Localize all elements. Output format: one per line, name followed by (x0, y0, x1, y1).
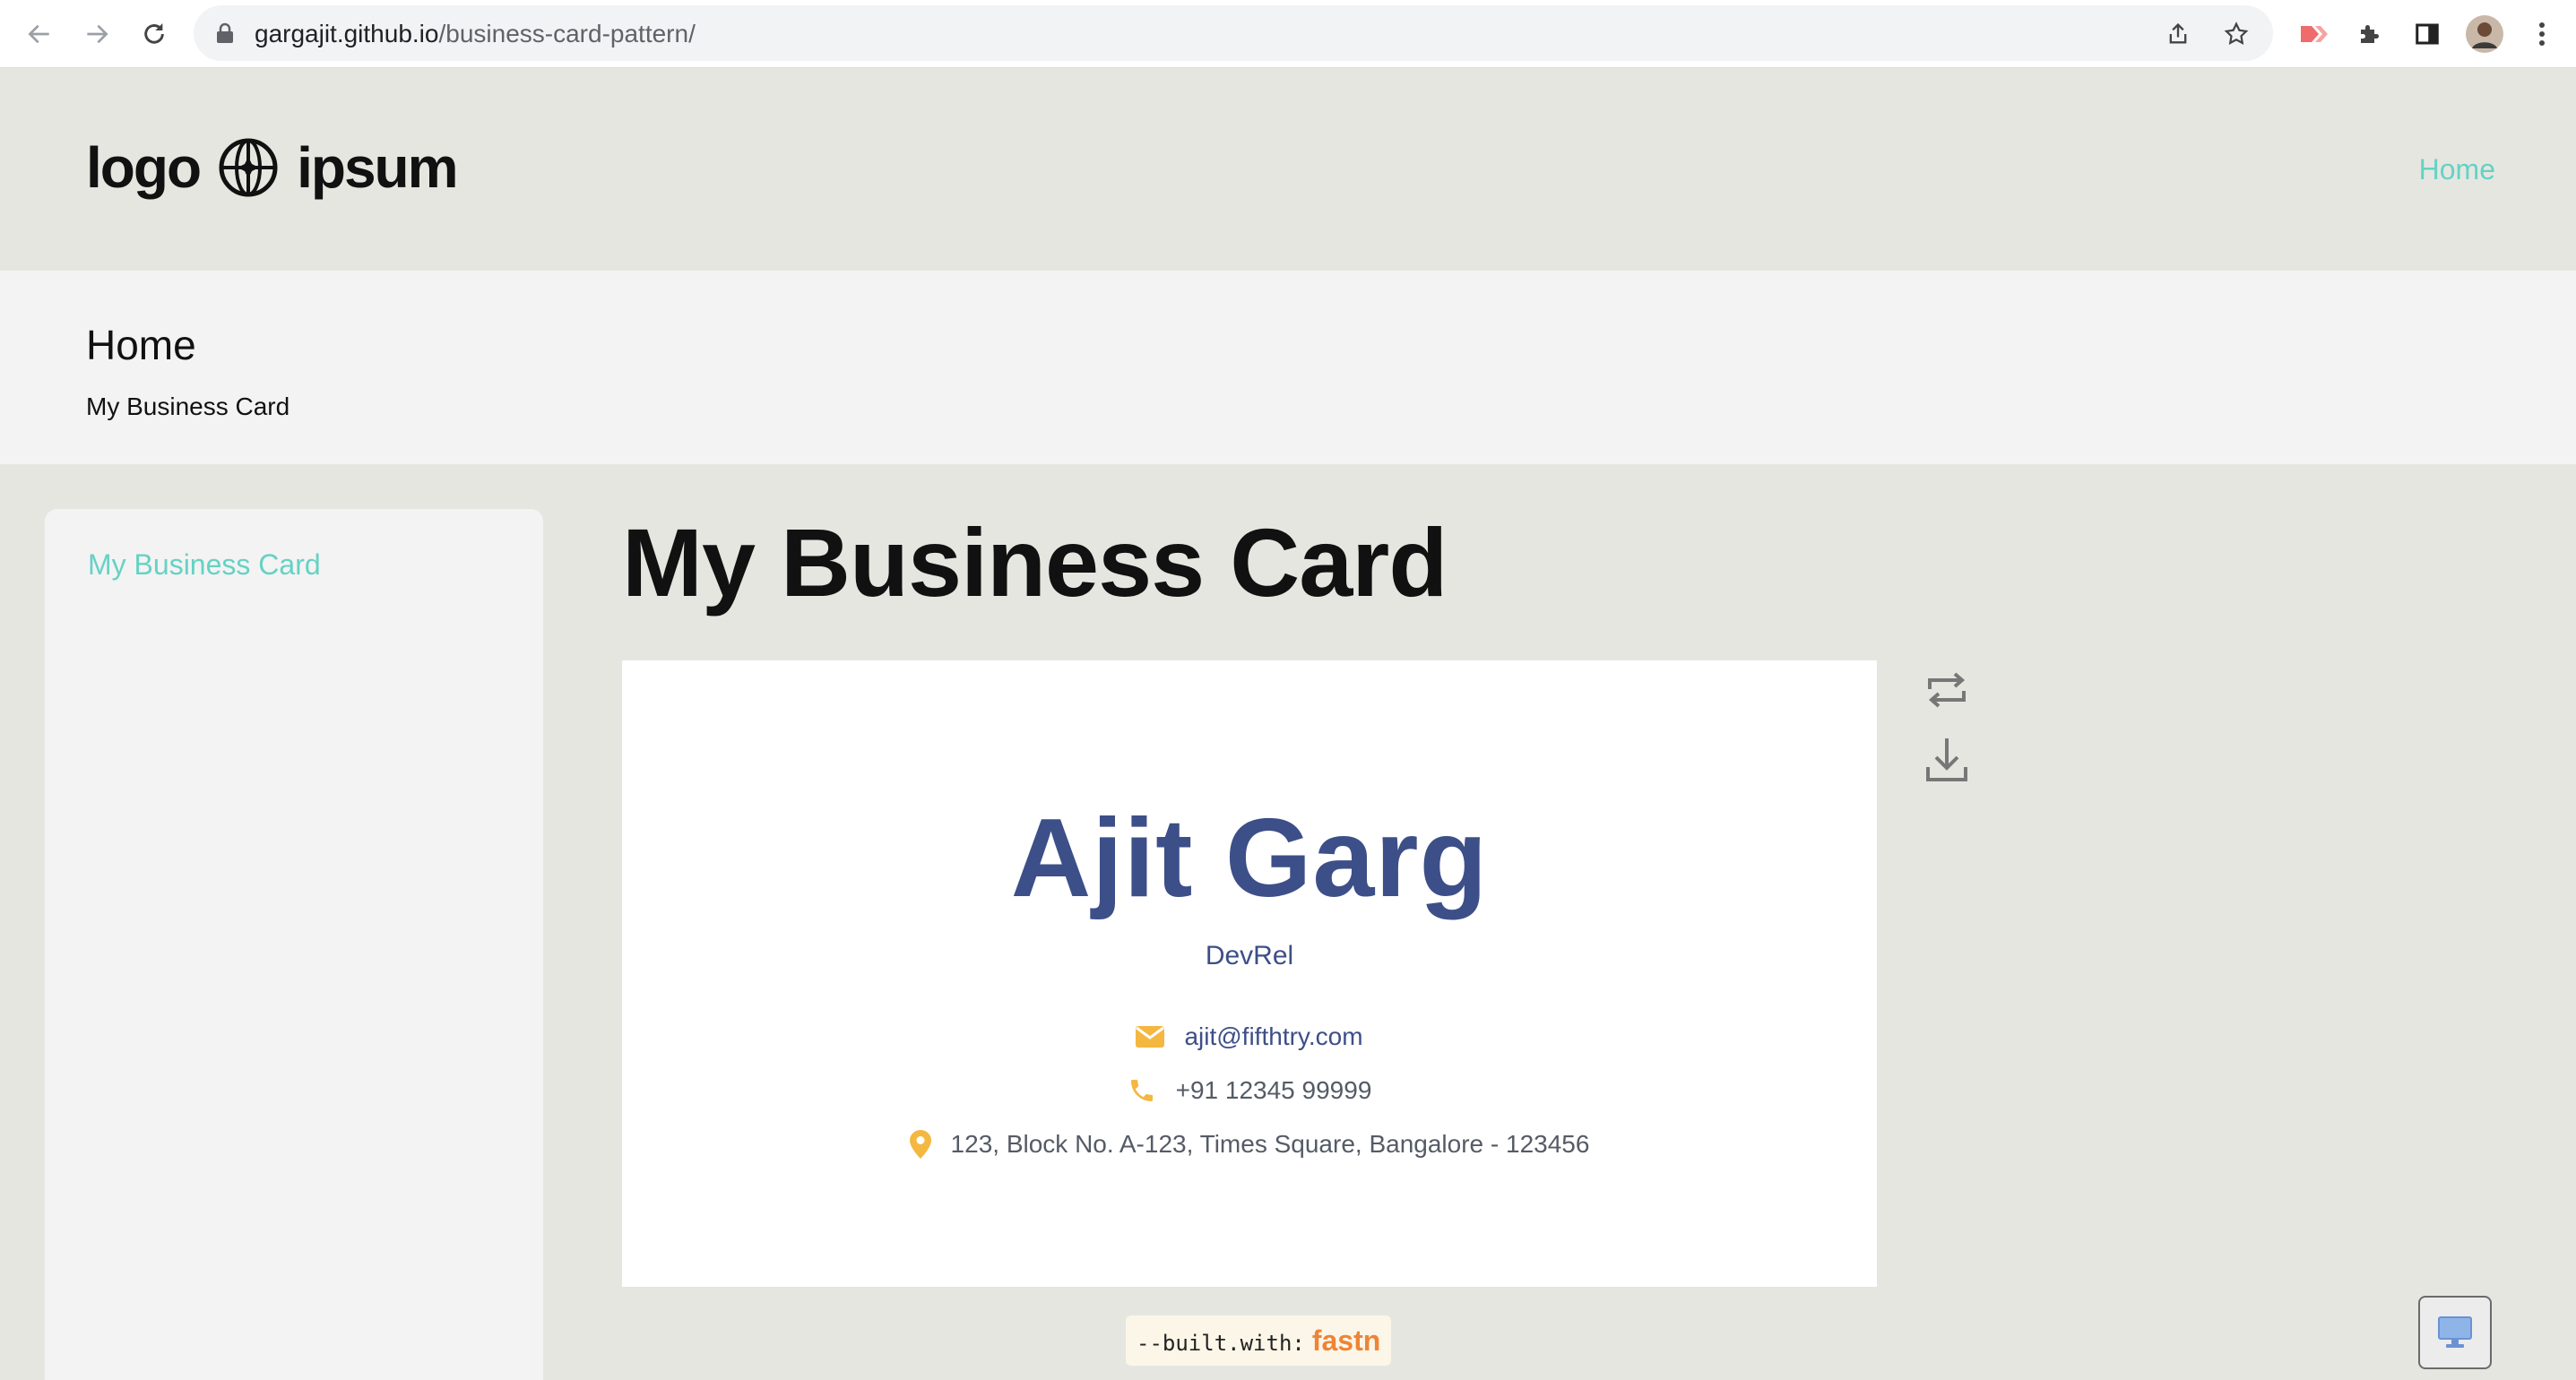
profile-button[interactable] (2463, 13, 2506, 56)
breadcrumb-title[interactable]: Home (86, 321, 196, 369)
lock-icon (217, 22, 233, 43)
bookmark-star-icon[interactable] (2223, 21, 2250, 47)
built-with-prefix: --built.with: (1137, 1331, 1305, 1356)
address-bar[interactable]: gargajit.github.io/business-card-pattern… (194, 5, 2273, 61)
card-phone: +91 12345 99999 (1175, 1076, 1372, 1104)
side-panel-icon (2416, 23, 2439, 45)
reload-button[interactable] (133, 13, 176, 56)
built-with-brand: fastn (1311, 1324, 1381, 1357)
sidebar-item-my-business-card[interactable]: My Business Card (88, 548, 321, 582)
url-text: gargajit.github.io/business-card-pattern… (255, 20, 696, 48)
globe-icon (219, 138, 278, 197)
breadcrumb-subtitle: My Business Card (86, 392, 290, 420)
card-phone-row: +91 12345 99999 (622, 1076, 1877, 1105)
forward-icon (87, 24, 108, 44)
card-tools (1918, 659, 1975, 798)
card-address-row: 123, Block No. A-123, Times Square, Bang… (622, 1130, 1877, 1159)
share-icon[interactable] (2165, 21, 2191, 47)
puzzle-icon (2361, 25, 2379, 43)
extension-red-button[interactable] (2291, 13, 2334, 56)
site-logo[interactable]: logo ipsum (86, 132, 459, 203)
envelope-icon (1136, 1026, 1165, 1048)
logo-text-right: ipsum (297, 135, 458, 200)
menu-dots-icon (2539, 22, 2545, 46)
flip-card-button[interactable] (1918, 659, 1975, 721)
download-icon (1926, 738, 1967, 781)
flip-icon (1928, 672, 1966, 708)
logo-text-left: logo (86, 135, 202, 200)
built-with-badge[interactable]: --built.with: fastn (1126, 1315, 1392, 1366)
sidebar: My Business Card (45, 509, 543, 1380)
device-mode-button[interactable] (2418, 1296, 2492, 1369)
location-pin-icon (909, 1130, 931, 1159)
browser-toolbar: gargajit.github.io/business-card-pattern… (0, 0, 2576, 68)
card-email-row: ajit@fifthtry.com (622, 1022, 1877, 1051)
card-role: DevRel (1205, 941, 1294, 970)
extensions-button[interactable] (2348, 13, 2391, 56)
card-email-link[interactable]: ajit@fifthtry.com (1184, 1022, 1362, 1051)
card-address: 123, Block No. A-123, Times Square, Bang… (950, 1130, 1590, 1158)
back-icon (28, 24, 49, 44)
card-name: Ajit Garg (1010, 797, 1489, 920)
reload-icon (144, 23, 164, 44)
menu-button[interactable] (2520, 13, 2563, 56)
url-domain: gargajit.github.io (255, 20, 439, 47)
site-header: logo ipsum Home (0, 69, 2576, 271)
profile-avatar (2466, 15, 2503, 53)
back-button[interactable] (18, 13, 61, 56)
page-title: My Business Card (622, 508, 1448, 617)
breadcrumb: Home My Business Card (0, 271, 2576, 464)
forward-button[interactable] (75, 13, 118, 56)
phone-icon (1130, 1080, 1153, 1101)
extension-red-icon (2301, 26, 2328, 42)
download-card-button[interactable] (1918, 729, 1975, 791)
desktop-monitor-icon (2438, 1316, 2472, 1348)
business-card: Ajit Garg DevRel ajit@fifthtry.com +91 1… (622, 660, 1877, 1287)
url-path: /business-card-pattern/ (438, 20, 696, 47)
nav-home-link[interactable]: Home (2419, 153, 2495, 186)
side-panel-button[interactable] (2406, 13, 2449, 56)
